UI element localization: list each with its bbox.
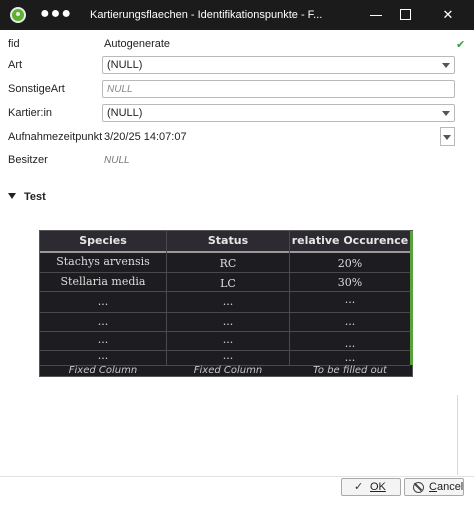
art-combobox[interactable]: (NULL) [102,56,455,74]
fid-label: fid [8,38,20,50]
table-cell: ... [97,349,109,362]
cancel-label-rest: ancel [436,481,464,493]
datetime-dropdown-button[interactable] [440,127,455,146]
cancel-button[interactable]: Cancel [404,478,464,496]
cancel-icon [413,482,424,493]
table-cell: 20% [337,257,363,270]
art-selected-value: (NULL) [107,59,143,71]
sonstigeart-label: SonstigeArt [8,83,65,95]
sonstigeart-placeholder: NULL [107,84,133,95]
row-divider [40,291,410,292]
minimize-icon [370,15,382,16]
besitzer-label: Besitzer [8,154,48,166]
window-title: Kartierungsflaechen - Identifikationspun… [90,9,323,21]
table-cell: ... [222,315,234,328]
header-divider [40,251,410,253]
table-cell: ... [344,337,356,350]
table-footer-note: To be filled out [313,365,387,376]
chevron-down-icon [442,111,450,116]
close-icon: ✕ [442,7,454,22]
row-divider [40,312,410,313]
table-header-status: Status [167,231,289,251]
row-divider [40,331,410,332]
kartierin-selected-value: (NULL) [107,107,143,119]
kartierin-combobox[interactable]: (NULL) [102,104,455,122]
ok-button-label: OK [370,481,386,493]
besitzer-value[interactable]: NULL [104,155,130,166]
row-divider [40,272,410,273]
table-edge-accent [410,231,413,365]
aufnahmezeitpunkt-label: Aufnahmezeitpunkt [8,131,103,143]
more-options-icon[interactable]: ●●● [40,6,72,22]
collapse-triangle-icon[interactable] [8,193,16,199]
table-footer-note: Fixed Column [68,365,138,376]
checkmark-icon: ✓ [354,481,364,493]
table-cell: ... [344,293,356,306]
scrollbar-track[interactable] [457,395,458,475]
species-table-image: Species Status relative Occurence Stachy… [39,230,413,377]
qgis-logo-icon [10,7,26,23]
cancel-button-label: Cancel [429,481,463,493]
table-header-occurence: relative Occurence [290,231,410,251]
table-cell: Stachys arvensis [56,255,150,268]
table-cell: ... [344,351,356,364]
title-bar[interactable]: ●●● Kartierungsflaechen - Identifikation… [0,0,474,30]
section-title-test[interactable]: Test [24,191,46,203]
chevron-down-icon [442,63,450,68]
table-cell: ... [222,295,234,308]
table-cell: ... [97,315,109,328]
fid-value: Autogenerate [104,38,171,50]
table-cell: ... [97,333,109,346]
cancel-mnemonic: C [429,481,437,493]
chevron-down-icon [443,135,451,140]
footer-divider [0,476,474,477]
table-cell: ... [344,315,356,328]
maximize-icon [400,9,411,20]
ok-button[interactable]: ✓ OK [341,478,401,496]
table-cell: LC [220,277,236,290]
table-cell: ... [97,295,109,308]
valid-check-icon: ✔ [456,39,466,51]
table-cell: Stellaria media [60,275,146,288]
close-button[interactable]: ✕ [430,0,466,30]
table-footer-note: Fixed Column [193,365,263,376]
table-cell: ... [222,349,234,362]
table-cell: ... [222,333,234,346]
sonstigeart-input[interactable]: NULL [102,80,455,98]
maximize-button[interactable] [388,0,424,30]
table-cell: RC [219,257,237,270]
table-header-species: Species [40,231,166,251]
aufnahmezeitpunkt-datetime-input[interactable]: 3/20/25 14:07:07 [104,131,187,143]
kartierin-label: Kartier:in [8,107,53,119]
art-label: Art [8,59,23,71]
table-cell: 30% [337,276,363,289]
